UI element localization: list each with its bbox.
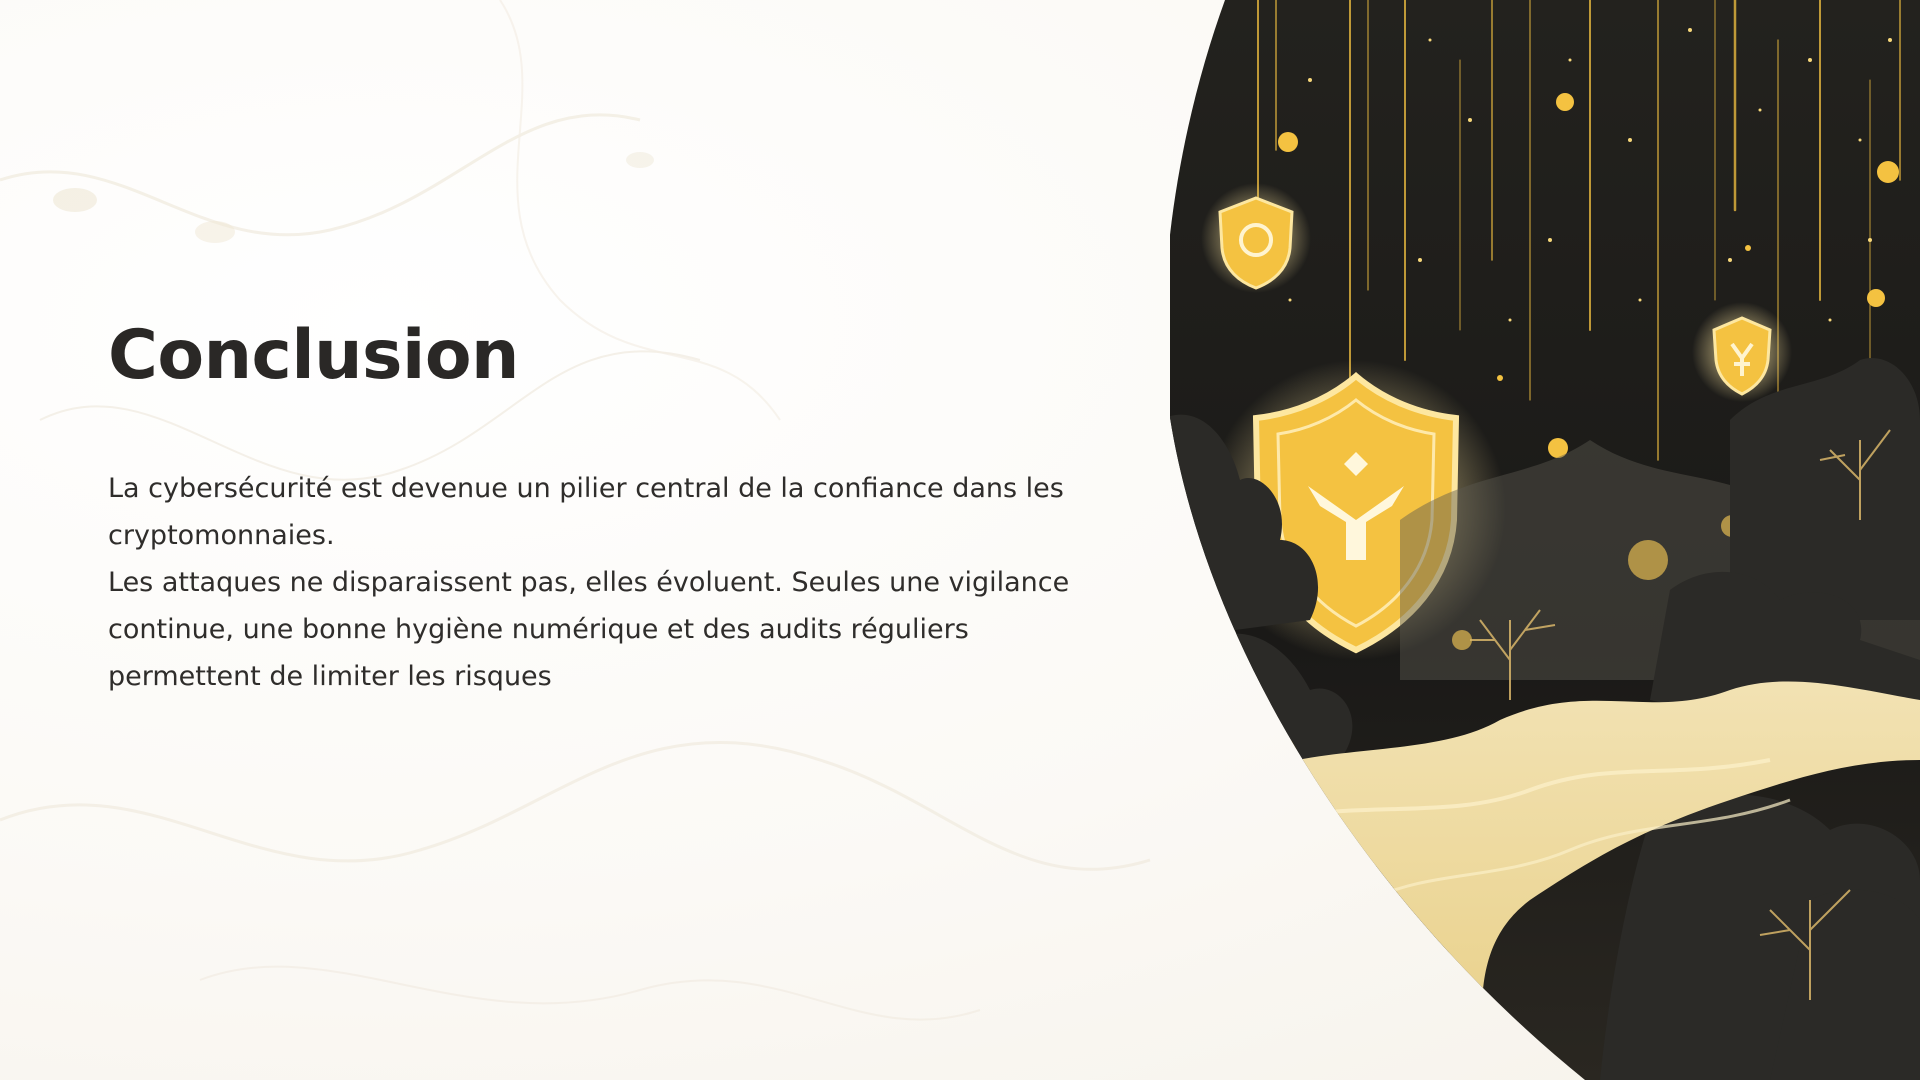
- conclusion-body-text: La cybersécurité est devenue un pilier c…: [108, 473, 1070, 692]
- crypto-shield-illustration: [1170, 0, 1920, 1080]
- slide: Conclusion La cybersécurité est devenue …: [0, 0, 1920, 1080]
- page-title: Conclusion: [108, 316, 519, 395]
